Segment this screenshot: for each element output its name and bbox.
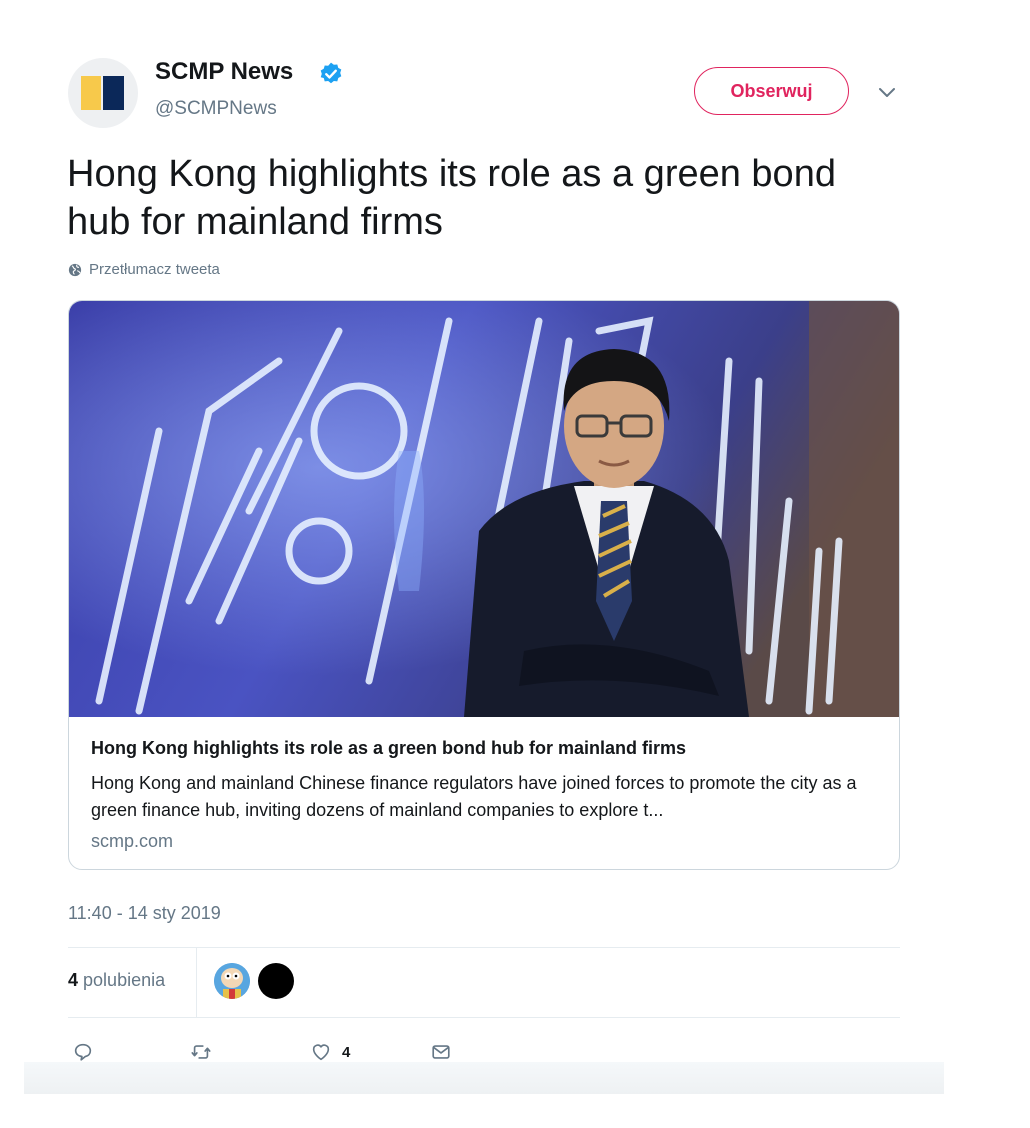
divider: [68, 947, 900, 948]
retweet-button[interactable]: [190, 1040, 212, 1064]
card-description: Hong Kong and mainland Chinese finance r…: [91, 773, 857, 820]
author-handle[interactable]: @SCMPNews: [155, 98, 277, 120]
tweet-text: Hong Kong highlights its role as a green…: [67, 153, 836, 243]
tweet: SCMP News @SCMPNews Obserwuj Hong Kong h…: [0, 0, 1030, 1128]
likes-count: 4: [68, 970, 79, 990]
like-count: 4: [342, 1043, 351, 1061]
divider: [68, 1017, 900, 1018]
liker-avatar[interactable]: [214, 963, 250, 999]
divider: [196, 948, 197, 1018]
tweet-footer-shadow: [24, 1062, 944, 1094]
reply-icon: [74, 1043, 92, 1061]
verified-badge-icon: [320, 62, 342, 84]
link-card[interactable]: Hong Kong highlights its role as a green…: [68, 300, 900, 870]
reply-button[interactable]: [72, 1040, 94, 1064]
translate-tweet-link[interactable]: Przetłumacz tweeta: [68, 261, 220, 278]
likes-stat[interactable]: 4 polubienia: [68, 970, 165, 991]
tweet-timestamp[interactable]: 11:40 - 14 sty 2019: [68, 903, 221, 924]
author-name[interactable]: SCMP News: [155, 58, 293, 86]
heart-icon: [312, 1044, 330, 1061]
card-image: [69, 301, 899, 717]
globe-icon: [68, 263, 82, 276]
translate-label: Przetłumacz tweeta: [89, 261, 220, 278]
direct-message-button[interactable]: [430, 1040, 452, 1064]
card-domain: scmp.com: [91, 831, 174, 851]
liker-avatar[interactable]: [258, 963, 294, 999]
card-title: Hong Kong highlights its role as a green…: [91, 738, 687, 758]
likes-label: polubienia: [83, 970, 166, 990]
like-button[interactable]: 4: [310, 1040, 350, 1064]
retweet-icon: [191, 1045, 211, 1059]
direct-message-icon: [432, 1045, 450, 1059]
follow-button[interactable]: Obserwuj: [694, 67, 849, 115]
chevron-down-icon[interactable]: [876, 84, 898, 100]
author-avatar[interactable]: [68, 58, 138, 128]
